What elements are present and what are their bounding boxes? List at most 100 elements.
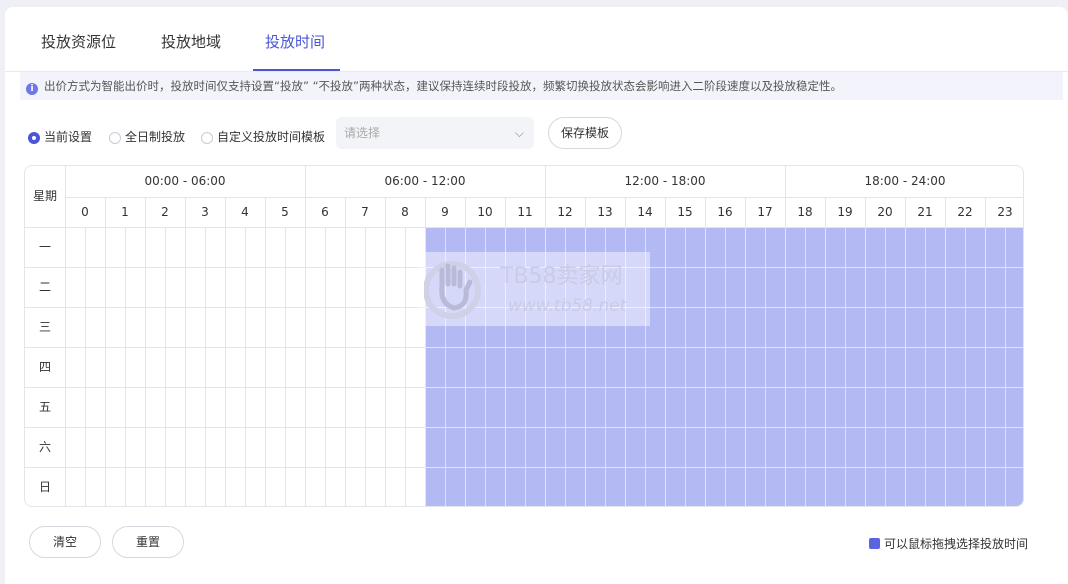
day-row-line [25, 427, 1023, 428]
watermark: TB58卖家网 www.tb58.net [418, 252, 650, 326]
hour-header: 8 [401, 205, 409, 219]
template-select-placeholder: 请选择 [344, 126, 381, 140]
hour-header: 9 [441, 205, 449, 219]
half-hour-line [805, 227, 806, 506]
day-row-line [25, 387, 1023, 388]
hour-header: 14 [637, 205, 653, 219]
half-hour-line [925, 227, 926, 506]
day-label: 三 [38, 320, 51, 334]
template-select[interactable]: 请选择 ⌵ [336, 117, 534, 149]
hint-text: 可以鼠标拖拽选择投放时间 [883, 537, 1028, 551]
weekday-header: 星期 [32, 189, 57, 203]
hour-header: 0 [81, 205, 89, 219]
hour-line [545, 197, 546, 506]
hour-line [945, 197, 946, 506]
half-hour-line [685, 227, 686, 506]
time-range-header: 06:00 - 12:00 [384, 174, 466, 188]
schedule-grid[interactable]: 星期 00:00 - 06:00 06:00 - 12:00 12:00 - 18:0… [24, 165, 1024, 507]
hour-line [385, 197, 386, 506]
radio-all-day[interactable]: 全日制投放 [109, 128, 185, 145]
hour-line [105, 197, 106, 506]
hour-line [985, 197, 986, 506]
half-hour-line [85, 227, 86, 506]
hour-header: 12 [557, 205, 573, 219]
tab-region[interactable]: 投放地域 [161, 31, 221, 52]
hour-line [465, 197, 466, 506]
hour-header: 11 [517, 205, 533, 219]
radio-label: 自定义投放时间模板 [217, 130, 326, 144]
hour-line [745, 197, 746, 506]
hour-line [785, 197, 786, 506]
hour-line [665, 197, 666, 506]
half-hour-line [885, 227, 886, 506]
half-hour-line [765, 227, 766, 506]
hour-line [625, 197, 626, 506]
half-hour-line [405, 227, 406, 506]
hour-line [345, 197, 346, 506]
notice-bar: i 出价方式为智能出价时，投放时间仅支持设置“投放” “不投放”两种状态，建议保持… [20, 72, 1063, 100]
half-hour-line [245, 227, 246, 506]
hour-line [505, 197, 506, 506]
hour-header: 7 [361, 205, 369, 219]
half-hour-line [365, 227, 366, 506]
hour-header: 13 [597, 205, 613, 219]
half-hour-line [845, 227, 846, 506]
hour-line [585, 197, 586, 506]
radio-custom-template[interactable]: 自定义投放时间模板 [201, 128, 325, 145]
hour-line [185, 197, 186, 506]
save-template-button[interactable]: 保存模板 [548, 117, 622, 149]
half-hour-line [125, 227, 126, 506]
tab-time[interactable]: 投放时间 [265, 31, 325, 52]
hour-header: 22 [957, 205, 973, 219]
hour-header: 21 [917, 205, 933, 219]
tab-bar: 投放资源位 投放地域 投放时间 [5, 7, 1068, 72]
half-hour-line [165, 227, 166, 506]
radio-label: 全日制投放 [125, 130, 186, 144]
time-range-header: 00:00 - 06:00 [144, 174, 226, 188]
reset-button[interactable]: 重置 [112, 526, 184, 558]
drag-hint: 可以鼠标拖拽选择投放时间 [868, 535, 1028, 552]
clear-button[interactable]: 清空 [29, 526, 101, 558]
hour-line [865, 197, 866, 506]
hour-header: 15 [677, 205, 693, 219]
watermark-logo [424, 261, 481, 319]
day-label: 四 [38, 360, 51, 374]
tab-resource[interactable]: 投放资源位 [41, 31, 116, 52]
hour-header: 3 [201, 205, 209, 219]
watermark-title: TB58卖家网 [500, 264, 623, 289]
hour-header: 18 [797, 205, 813, 219]
hour-header: 4 [241, 205, 249, 219]
radio-dot-icon [201, 132, 213, 144]
radio-dot-icon [28, 132, 40, 144]
day-label: 六 [38, 440, 51, 454]
hour-line [425, 197, 426, 506]
radio-label: 当前设置 [44, 130, 93, 144]
info-icon: i [26, 83, 38, 95]
hour-header: 23 [997, 205, 1013, 219]
day-row-line [25, 347, 1023, 348]
radio-current-setting[interactable]: 当前设置 [28, 128, 92, 145]
half-hour-line [965, 227, 966, 506]
day-label: 日 [38, 480, 51, 494]
day-label: 二 [38, 280, 51, 294]
hour-header: 6 [321, 205, 329, 219]
half-hour-line [325, 227, 326, 506]
hour-line [225, 197, 226, 506]
half-hour-line [1005, 227, 1006, 506]
mouse-icon [868, 538, 880, 549]
half-hour-line [725, 227, 726, 506]
hour-header: 17 [757, 205, 773, 219]
time-range-header: 18:00 - 24:00 [864, 174, 946, 188]
hour-row-line [25, 227, 1023, 228]
day-label: 一 [38, 240, 51, 254]
chevron-down-icon: ⌵ [514, 126, 524, 140]
half-hour-line [285, 227, 286, 506]
hour-header: 1 [121, 205, 129, 219]
hour-header: 16 [717, 205, 733, 219]
hour-line [265, 197, 266, 506]
hour-line [305, 197, 306, 506]
hour-line [705, 197, 706, 506]
hour-line [145, 197, 146, 506]
active-tab-indicator [253, 69, 340, 71]
hour-header: 19 [837, 205, 853, 219]
